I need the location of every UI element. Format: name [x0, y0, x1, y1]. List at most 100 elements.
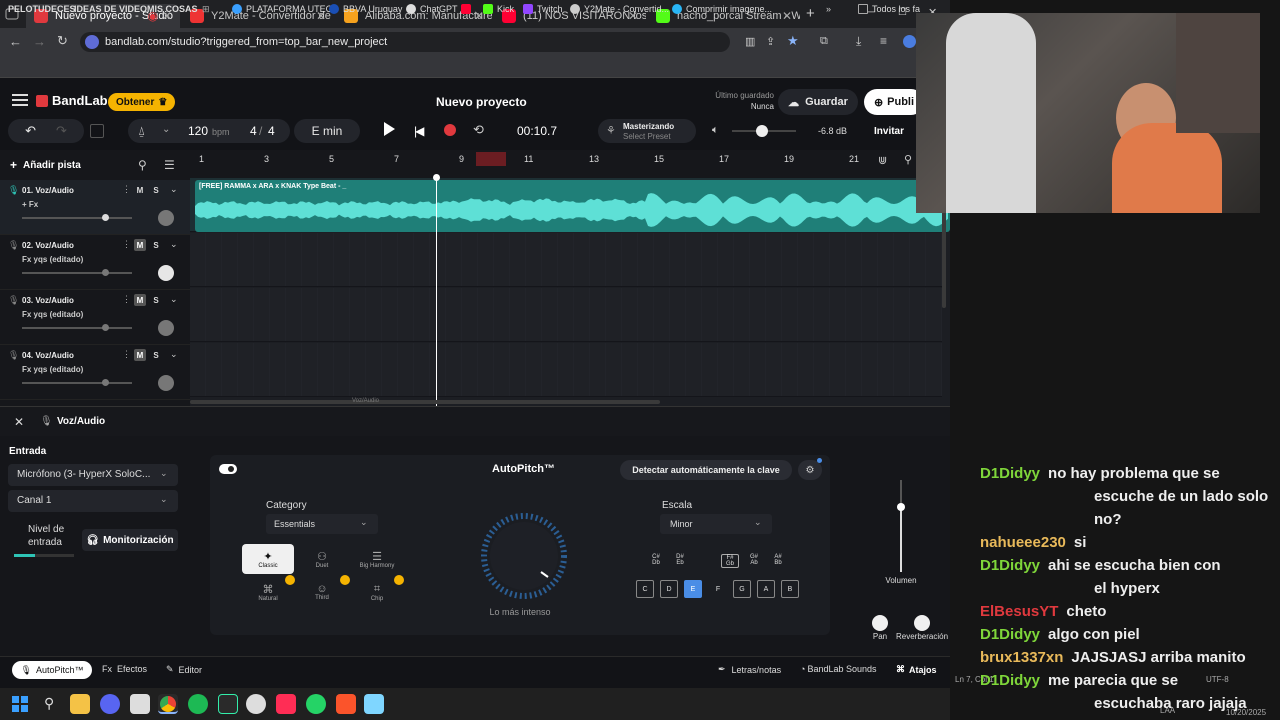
playhead[interactable]	[436, 178, 437, 406]
more-icon[interactable]: ⋮	[122, 184, 131, 195]
detect-key-button[interactable]: Detectar automáticamente la clave	[620, 460, 792, 480]
apps-grid-icon[interactable]: ⊞	[202, 4, 210, 15]
track-name[interactable]: 01. Voz/Audio	[22, 186, 74, 195]
lane[interactable]	[190, 343, 942, 397]
chevron-down-icon[interactable]: ⌄	[170, 239, 178, 250]
pan-knob[interactable]	[158, 265, 174, 281]
chat-username[interactable]: D1Didyy	[980, 465, 1040, 482]
wand-icon[interactable]: ⚲	[138, 158, 147, 172]
audio-clip[interactable]: [FREE] RAMMA x ARA x KNAK Type Beat - _	[195, 180, 950, 232]
media-icon[interactable]: ≡	[880, 34, 887, 48]
record-icon[interactable]	[444, 124, 456, 136]
track-volume-slider[interactable]	[22, 272, 132, 274]
sounds-button[interactable]: ◔ BandLab Sounds	[800, 664, 877, 674]
chevron-down-icon[interactable]: ⌄	[162, 124, 170, 135]
more-icon[interactable]: ⋮	[122, 294, 131, 305]
chat-username[interactable]: nahueee230	[980, 534, 1066, 551]
brave-icon[interactable]	[336, 694, 356, 714]
discord-icon[interactable]	[100, 694, 120, 714]
lane[interactable]	[190, 288, 942, 342]
capcut-icon[interactable]	[276, 694, 296, 714]
metronome-icon[interactable]: ⍙	[138, 124, 145, 139]
chat-username[interactable]: D1Didyy	[980, 626, 1040, 643]
track-fx[interactable]: Fx yqs (editado)	[22, 255, 83, 264]
spotify-icon[interactable]	[188, 694, 208, 714]
forward-arrow-icon[interactable]: →	[33, 34, 46, 49]
lyrics-button[interactable]: ✒ Letras/notas	[718, 664, 781, 675]
close-icon[interactable]: ✕	[782, 9, 792, 23]
mute-button[interactable]: M	[134, 184, 146, 196]
play-icon[interactable]	[384, 122, 395, 136]
tempo-value[interactable]: 120	[188, 124, 208, 138]
track-volume-handle[interactable]	[102, 379, 109, 386]
chevron-down-icon[interactable]: ⌄	[170, 349, 178, 360]
key-d[interactable]: D	[660, 580, 678, 598]
key-sharp-a[interactable]: A# Bb	[769, 554, 787, 566]
bookmarks-overflow-icon[interactable]: »	[826, 4, 831, 14]
more-icon[interactable]: ⋮	[122, 239, 131, 250]
intensity-knob[interactable]	[466, 504, 582, 600]
time-signature-num[interactable]: 4	[250, 124, 257, 138]
bookmark-link[interactable]: Kick	[483, 4, 514, 14]
tab-effects[interactable]: Fx Efectos	[102, 664, 147, 674]
get-membership-button[interactable]: Obtener ♛	[108, 93, 176, 111]
solo-button[interactable]: S	[150, 349, 162, 361]
solo-button[interactable]: S	[150, 239, 162, 251]
key-sharp-g[interactable]: G# Ab	[745, 554, 763, 566]
close-panel-icon[interactable]: ✕	[14, 415, 24, 429]
chevron-down-icon[interactable]: ⌄	[170, 294, 178, 305]
key-f[interactable]: F	[709, 580, 727, 598]
sliders-icon[interactable]: ⚙	[798, 460, 822, 480]
site-info-icon[interactable]	[85, 35, 99, 49]
loop-icon[interactable]: ⟲	[473, 122, 484, 138]
style-duet-button[interactable]: ⚇ Duet	[296, 544, 348, 574]
track-volume-handle[interactable]	[102, 324, 109, 331]
download-icon[interactable]: ⤓	[856, 34, 861, 49]
playhead-handle[interactable]	[433, 174, 440, 181]
whatsapp-icon[interactable]	[306, 694, 326, 714]
key-selector[interactable]: E min	[294, 119, 360, 143]
autopitch-toggle[interactable]	[219, 464, 237, 474]
file-explorer-icon[interactable]	[70, 694, 90, 714]
notepad-icon[interactable]	[364, 694, 384, 714]
timeline-ruler[interactable]: 1 3 5 7 9 11 13 15 17 19 21 ⋓ ⚲	[190, 150, 950, 178]
metronome-pad-icon[interactable]	[90, 124, 104, 138]
extensions-icon[interactable]: ⧉	[820, 35, 828, 48]
skip-back-icon[interactable]: |◀	[414, 124, 424, 138]
style-classic-button[interactable]: ✦ Classic	[242, 544, 294, 574]
track-row[interactable]: 🎙︎ 02. Voz/Audio Fx yqs (editado) ⋮ M S …	[0, 235, 190, 290]
more-icon[interactable]: ⋮	[122, 349, 131, 360]
track-volume-slider[interactable]	[22, 217, 132, 219]
master-volume-handle[interactable]	[756, 125, 768, 137]
publish-button[interactable]: ⊕ Publi	[864, 89, 924, 115]
track-volume-handle[interactable]	[102, 269, 109, 276]
obs-icon[interactable]	[246, 694, 266, 714]
pan-knob[interactable]	[158, 375, 174, 391]
key-sharp-c[interactable]: C# Db	[647, 554, 665, 566]
bookmark-link[interactable]: Comprimir imagene...	[672, 4, 772, 14]
scale-select[interactable]: Minor ⌄	[660, 514, 772, 534]
url-text[interactable]: bandlab.com/studio?triggered_from=top_ba…	[105, 36, 387, 48]
mute-button[interactable]: M	[134, 294, 146, 306]
undo-icon[interactable]: ↶	[25, 123, 36, 139]
app-icon[interactable]	[130, 694, 150, 714]
bookmark-link[interactable]: PLATAFORMA UTEC	[232, 4, 332, 14]
channel-select[interactable]: Canal 1 ⌄	[8, 490, 178, 512]
track-volume-handle[interactable]	[102, 214, 109, 221]
magnet-icon[interactable]: ⋓	[878, 154, 887, 167]
category-select[interactable]: Essentials ⌄	[266, 514, 378, 534]
track-fx[interactable]: + Fx	[22, 200, 38, 209]
key-sharp-f[interactable]: F# Gb	[721, 554, 739, 568]
solo-button[interactable]: S	[150, 184, 162, 196]
track-fx[interactable]: Fx yqs (editado)	[22, 365, 83, 374]
mute-button[interactable]: M	[134, 349, 146, 361]
bandlab-logo[interactable]: BandLab	[36, 93, 108, 108]
bookmark-link[interactable]: BBVA Uruguay	[329, 4, 402, 14]
volume-fader-handle[interactable]	[897, 503, 905, 511]
track-row[interactable]: 🎙︎ 03. Voz/Audio Fx yqs (editado) ⋮ M S …	[0, 290, 190, 345]
track-name[interactable]: 02. Voz/Audio	[22, 241, 74, 250]
lane[interactable]	[190, 233, 942, 287]
reload-icon[interactable]: ↻	[57, 33, 68, 49]
key-sharp-d[interactable]: D# Eb	[671, 554, 689, 566]
invite-button[interactable]: Invitar	[874, 126, 904, 137]
